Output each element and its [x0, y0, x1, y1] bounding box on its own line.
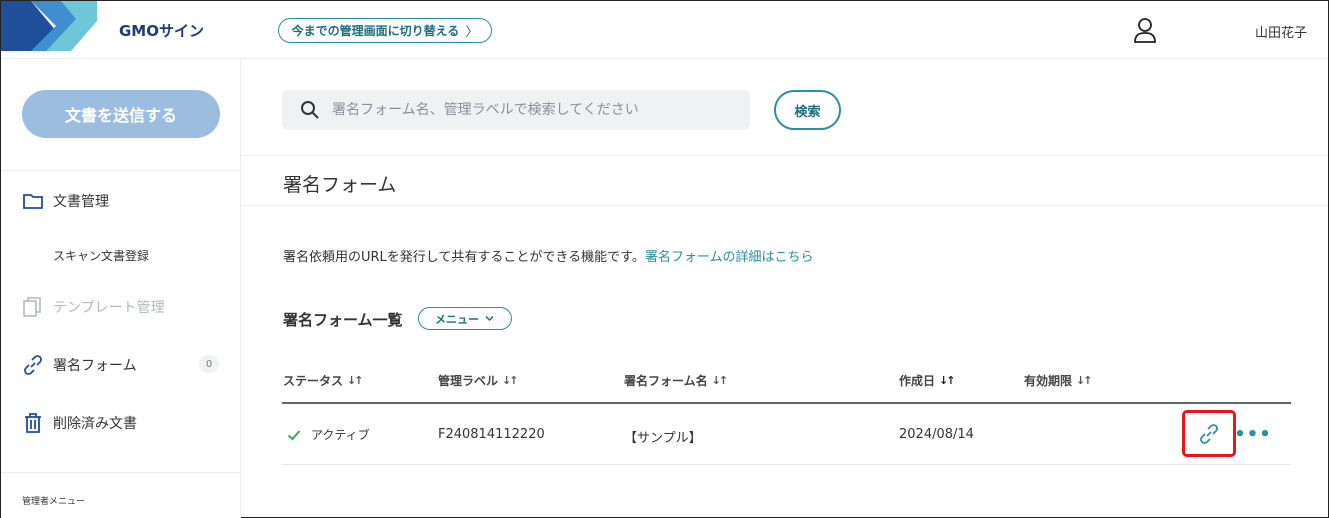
column-header-label: 署名フォーム名 [624, 374, 708, 388]
table-header-divider [282, 402, 1291, 404]
sidebar-item-label: 削除済み文書 [53, 416, 137, 432]
trash-icon [25, 413, 41, 433]
sidebar-item-label: 文書管理 [53, 194, 109, 210]
row-label: F240814112220 [438, 427, 545, 442]
column-header-label: 作成日 [899, 374, 936, 388]
row-status: アクティブ [287, 426, 370, 443]
switch-legacy-ui-button[interactable]: 今までの管理画面に切り替える 〉 [278, 18, 492, 43]
column-header-form-name[interactable]: 署名フォーム名 ↓↑ [624, 372, 729, 389]
signature-form-count-badge: 0 [199, 355, 219, 373]
sort-icon: ↓↑ [711, 374, 729, 387]
sidebar-item-scan-register[interactable]: スキャン文書登録 [53, 247, 149, 264]
search-icon [301, 101, 319, 119]
column-header-label-col[interactable]: 管理ラベル ↓↑ [438, 372, 519, 389]
sort-icon: ↓↑ [502, 374, 519, 387]
user-icon[interactable] [1133, 17, 1157, 43]
row-created-date: 2024/08/14 [899, 427, 974, 442]
switch-legacy-ui-label: 今までの管理画面に切り替える [291, 24, 460, 38]
column-header-label: ステータス [283, 374, 344, 388]
sidebar-divider [1, 170, 240, 171]
column-header-status[interactable]: ステータス ↓↑ [283, 372, 364, 389]
list-title: 署名フォーム一覧 [283, 311, 403, 329]
chevron-right-icon: 〉 [465, 25, 479, 40]
sidebar-item-deleted-documents[interactable]: 削除済み文書 [22, 412, 137, 434]
main-divider [242, 155, 1328, 156]
logo-mark-icon [1, 1, 97, 51]
admin-menu-label: 管理者メニュー [22, 497, 86, 507]
sidebar-item-label: 署名フォーム [53, 358, 137, 374]
check-icon [287, 429, 301, 440]
main-divider [242, 205, 1328, 206]
copy-link-button[interactable] [1182, 410, 1236, 457]
link-icon [24, 355, 42, 375]
page-description: 署名依頼用のURLを発行して共有することができる機能です。署名フォームの詳細はこ… [283, 246, 813, 265]
template-icon [23, 297, 41, 317]
column-header-label: 有効期限 [1024, 374, 1073, 388]
brand-name: GMOサイン [119, 22, 204, 40]
more-options-icon[interactable]: ••• [1234, 424, 1271, 445]
row-form-name: 【サンプル】 [624, 431, 702, 446]
chevron-down-icon [485, 315, 494, 322]
link-icon [1200, 423, 1218, 444]
user-name[interactable]: 山田花子 [1255, 22, 1307, 41]
search-button[interactable]: 検索 [774, 90, 841, 130]
status-text: アクティブ [311, 428, 370, 442]
menu-dropdown-button[interactable]: メニュー [418, 307, 512, 330]
folder-icon [23, 194, 43, 209]
menu-button-label: メニュー [435, 312, 479, 326]
column-header-label: 管理ラベル [438, 374, 499, 388]
sort-icon: ↓↑ [939, 374, 956, 387]
sidebar-item-signature-form[interactable]: 署名フォーム [22, 354, 137, 376]
sidebar-divider [1, 472, 240, 473]
search-box[interactable] [282, 90, 750, 130]
details-link[interactable]: 署名フォームの詳細はこちら [645, 250, 814, 265]
sort-icon: ↓↑ [1076, 374, 1093, 387]
send-document-button[interactable]: 文書を送信する [22, 90, 220, 138]
sidebar-item-documents[interactable]: 文書管理 [22, 190, 109, 212]
sidebar: 文書を送信する 文書管理 スキャン文書登録 テンプレート管理 署名フォーム 0 … [1, 59, 241, 518]
sidebar-item-label: テンプレート管理 [53, 300, 165, 316]
sidebar-item-templates: テンプレート管理 [22, 296, 165, 318]
page-title: 署名フォーム [283, 174, 397, 196]
column-header-created[interactable]: 作成日 ↓↑ [899, 372, 956, 389]
sort-icon: ↓↑ [347, 374, 364, 387]
column-header-expires[interactable]: 有効期限 ↓↑ [1024, 372, 1093, 389]
app-header: GMOサイン 今までの管理画面に切り替える 〉 山田花子 [1, 1, 1328, 59]
description-text: 署名依頼用のURLを発行して共有することができる機能です。 [283, 250, 645, 265]
table-row-divider [282, 464, 1291, 465]
search-input[interactable] [332, 90, 742, 130]
